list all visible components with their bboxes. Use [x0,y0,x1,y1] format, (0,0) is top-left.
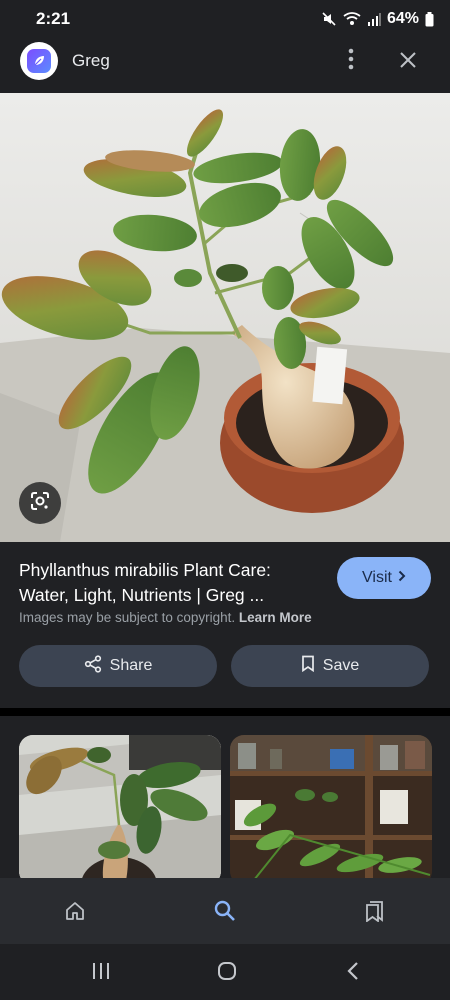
back-button[interactable] [340,960,366,986]
saved-icon [364,900,386,927]
app-title: Greg [72,51,110,70]
share-button[interactable]: Share [19,645,217,687]
app-logo[interactable] [20,42,58,80]
share-icon [84,654,102,678]
system-home-button[interactable] [214,960,240,986]
result-title[interactable]: Phyllanthus mirabilis Plant Care: Water,… [19,558,319,608]
section-divider [0,708,450,716]
bookmark-icon [301,655,315,677]
nav-search-button[interactable] [210,898,240,928]
recents-icon [91,962,111,985]
lens-search-button[interactable] [19,482,61,524]
status-bar: 2:21 64% [0,0,450,38]
battery-percent: 64% [386,10,419,27]
close-button[interactable] [394,48,422,76]
copyright-text: Images may be subject to copyright. [19,610,236,625]
mute-icon [321,11,337,27]
learn-more-link[interactable]: Learn More [239,610,312,625]
system-nav [0,944,450,1000]
greg-leaf-icon [27,49,51,73]
app-header: Greg [0,38,450,93]
chevron-left-icon [346,961,360,986]
close-icon [399,51,417,74]
nav-saved-button[interactable] [360,898,390,928]
signal-icon [367,12,381,26]
copyright-notice: Images may be subject to copyright. Lear… [19,610,312,625]
hero-plant-image[interactable] [0,93,450,542]
search-icon [213,899,237,928]
battery-icon [425,11,434,27]
save-button[interactable]: Save [231,645,429,687]
nav-home-button[interactable] [60,898,90,928]
recents-button[interactable] [88,960,114,986]
wifi-icon [343,11,361,27]
home-icon [64,900,86,927]
circle-home-icon [217,961,237,986]
related-image-plant[interactable] [19,735,221,878]
lens-icon [29,490,51,517]
bottom-nav [0,878,450,944]
related-images [0,716,450,878]
more-options-button[interactable] [338,48,364,74]
chevron-right-icon [398,569,406,587]
result-card: Phyllanthus mirabilis Plant Care: Water,… [0,542,450,708]
related-image-shelf[interactable] [230,735,432,878]
more-vert-icon [348,48,354,75]
share-label: Share [109,657,153,674]
status-icons: 64% [321,9,434,29]
save-label: Save [322,657,360,674]
status-time: 2:21 [36,9,71,28]
visit-label: Visit [362,569,392,586]
visit-button[interactable]: Visit [337,557,431,599]
